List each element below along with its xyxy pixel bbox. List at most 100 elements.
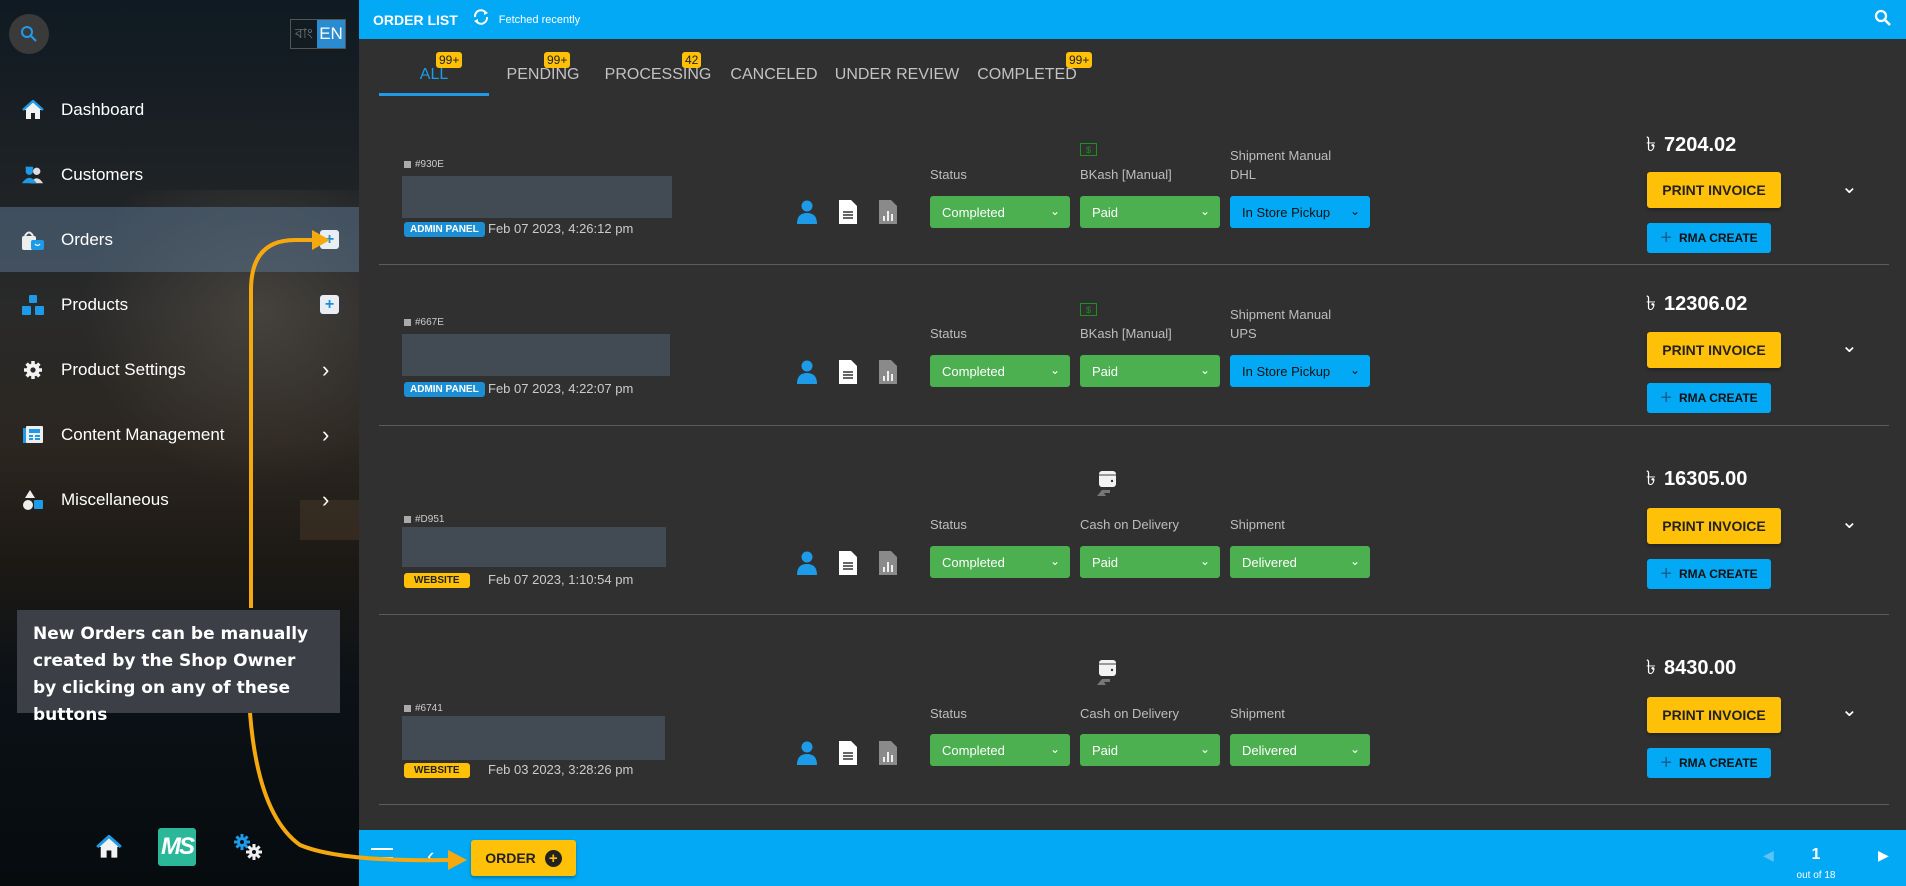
shipment-method-label: Shipment Manual UPS <box>1230 305 1331 343</box>
tab-completed[interactable]: COMPLETED 99+ <box>965 39 1093 96</box>
payment-status-select[interactable]: Paid ⌄ <box>1080 355 1220 387</box>
order-actions <box>797 551 897 575</box>
customer-icon[interactable] <box>797 200 817 224</box>
home-button[interactable] <box>94 828 124 866</box>
expand-chevron-icon[interactable]: ⌄ <box>1841 697 1858 722</box>
print-invoice-button[interactable]: PRINT INVOICE <box>1647 332 1781 368</box>
language-en[interactable]: EN <box>317 20 345 48</box>
status-select[interactable]: Completed ⌄ <box>930 546 1070 578</box>
order-id[interactable]: #D951 <box>404 514 444 525</box>
order-total: ৳ 8430.00 <box>1646 653 1736 686</box>
expand-chevron-icon[interactable]: ⌄ <box>1841 509 1858 534</box>
tab-canceled[interactable]: CANCELED <box>719 39 829 96</box>
sidebar-item-customers[interactable]: Customers <box>0 142 359 207</box>
currency-symbol: ৳ <box>1646 468 1656 490</box>
rma-create-label: RMA CREATE <box>1679 231 1758 245</box>
payment-method-label: Cash on Delivery <box>1080 517 1179 532</box>
shipment-select[interactable]: In Store Pickup ⌄ <box>1230 355 1370 387</box>
payment-status-select[interactable]: Paid ⌄ <box>1080 734 1220 766</box>
order-list: #930E ADMIN PANEL Feb 07 2023, 4:26:12 p… <box>379 110 1889 805</box>
customer-icon[interactable] <box>797 551 817 575</box>
copy-icon[interactable] <box>404 319 411 326</box>
document-icon[interactable] <box>839 551 857 575</box>
order-row[interactable]: #667E ADMIN PANEL Feb 07 2023, 4:22:07 p… <box>379 265 1889 426</box>
sidebar-item-content-management[interactable]: Content Management › <box>0 402 359 467</box>
shapes-icon <box>21 488 45 512</box>
order-row[interactable]: #930E ADMIN PANEL Feb 07 2023, 4:26:12 p… <box>379 110 1889 265</box>
language-bn[interactable]: বাং <box>291 20 317 48</box>
sidebar-item-products[interactable]: Products + <box>0 272 359 337</box>
next-page-icon[interactable]: ▶ <box>1878 847 1889 864</box>
copy-icon[interactable] <box>404 516 411 523</box>
tab-all[interactable]: ALL 99+ <box>379 39 489 96</box>
order-actions <box>797 741 897 765</box>
document-icon[interactable] <box>839 741 857 765</box>
add-order-button[interactable]: + <box>320 230 339 249</box>
sidebar-item-miscellaneous[interactable]: Miscellaneous › <box>0 467 359 532</box>
payment-method-label: Cash on Delivery <box>1080 706 1179 721</box>
shipment-method-name: Shipment <box>1230 517 1285 532</box>
sidebar-search-button[interactable] <box>9 14 49 54</box>
tab-processing[interactable]: PROCESSING 42 <box>597 39 719 96</box>
ms-logo[interactable]: MS <box>158 828 196 866</box>
report-chart-icon[interactable] <box>879 360 897 384</box>
copy-icon[interactable] <box>404 705 411 712</box>
status-select[interactable]: Completed ⌄ <box>930 196 1070 228</box>
language-switcher[interactable]: বাং EN <box>290 19 346 49</box>
shipment-select[interactable]: Delivered ⌄ <box>1230 734 1370 766</box>
chevron-down-icon: ⌄ <box>1199 204 1210 218</box>
order-id[interactable]: #667E <box>404 317 444 328</box>
sidebar-item-label: Customers <box>61 164 144 184</box>
order-actions <box>797 200 897 224</box>
sidebar-item-product-settings[interactable]: Product Settings › <box>0 337 359 402</box>
order-id[interactable]: #930E <box>404 159 444 170</box>
shipment-select[interactable]: In Store Pickup ⌄ <box>1230 196 1370 228</box>
top-search-button[interactable] <box>1874 9 1892 32</box>
document-icon[interactable] <box>839 200 857 224</box>
payment-status-select[interactable]: Paid ⌄ <box>1080 196 1220 228</box>
chevron-right-icon[interactable]: › <box>322 487 329 513</box>
tab-under-review[interactable]: UNDER REVIEW <box>829 39 965 96</box>
print-invoice-button[interactable]: PRINT INVOICE <box>1647 508 1781 544</box>
rma-create-button[interactable]: + RMA CREATE <box>1647 223 1771 253</box>
chevron-down-icon: ⌄ <box>1349 363 1360 377</box>
customer-icon[interactable] <box>797 360 817 384</box>
sidebar-item-dashboard[interactable]: Dashboard <box>0 77 359 142</box>
shipment-select[interactable]: Delivered ⌄ <box>1230 546 1370 578</box>
back-icon[interactable]: ‹ <box>427 843 434 869</box>
report-chart-icon[interactable] <box>879 200 897 224</box>
print-invoice-button[interactable]: PRINT INVOICE <box>1647 697 1781 733</box>
document-icon[interactable] <box>839 360 857 384</box>
payment-status-select[interactable]: Paid ⌄ <box>1080 546 1220 578</box>
customer-icon[interactable] <box>797 741 817 765</box>
expand-chevron-icon[interactable]: ⌄ <box>1841 333 1858 358</box>
status-select[interactable]: Completed ⌄ <box>930 355 1070 387</box>
annotation-callout: New Orders can be manually created by th… <box>17 610 340 725</box>
status-select[interactable]: Completed ⌄ <box>930 734 1070 766</box>
report-chart-icon[interactable] <box>879 551 897 575</box>
order-row[interactable]: #D951 WEBSITE Feb 07 2023, 1:10:54 pm St… <box>379 426 1889 615</box>
report-chart-icon[interactable] <box>879 741 897 765</box>
menu-icon[interactable] <box>371 848 393 866</box>
settings-button[interactable] <box>232 828 266 866</box>
add-product-button[interactable]: + <box>320 295 339 314</box>
expand-chevron-icon[interactable]: ⌄ <box>1841 174 1858 199</box>
create-order-button[interactable]: ORDER + <box>471 840 576 876</box>
order-status-tabs: ALL 99+ PENDING 99+ PROCESSING 42 CANCEL… <box>379 39 1093 96</box>
order-id-text: #6741 <box>415 703 443 714</box>
order-row[interactable]: #6741 WEBSITE Feb 03 2023, 3:28:26 pm St… <box>379 615 1889 805</box>
order-id[interactable]: #6741 <box>404 703 443 714</box>
chevron-right-icon[interactable]: › <box>322 357 329 383</box>
rma-create-button[interactable]: + RMA CREATE <box>1647 383 1771 413</box>
sidebar-item-label: Products <box>61 294 129 314</box>
print-invoice-button[interactable]: PRINT INVOICE <box>1647 172 1781 208</box>
chevron-right-icon[interactable]: › <box>322 422 329 448</box>
rma-create-button[interactable]: + RMA CREATE <box>1647 748 1771 778</box>
rma-create-button[interactable]: + RMA CREATE <box>1647 559 1771 589</box>
tab-pending[interactable]: PENDING 99+ <box>489 39 597 96</box>
copy-icon[interactable] <box>404 161 411 168</box>
shipment-value: In Store Pickup <box>1242 204 1331 220</box>
refresh-button[interactable] <box>471 8 491 31</box>
sidebar-bottom-bar: MS <box>0 828 359 872</box>
sidebar-item-orders[interactable]: Orders + <box>0 207 359 272</box>
